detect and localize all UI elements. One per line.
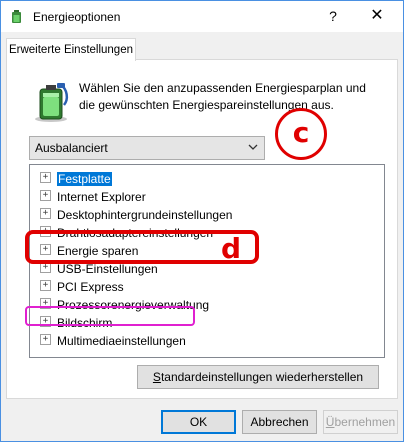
power-options-app-icon — [12, 10, 21, 23]
close-button[interactable]: ✕ — [357, 5, 397, 27]
restore-label: tandardeinstellungen wiederherstellen — [160, 370, 364, 384]
expand-icon[interactable]: + — [40, 172, 51, 184]
expand-icon[interactable]: + — [40, 280, 51, 292]
tab-advanced-settings[interactable]: Erweiterte Einstellungen — [6, 38, 136, 61]
power-plan-dropdown[interactable]: Ausbalanciert — [29, 136, 265, 160]
tree-item-label: Festplatte — [57, 171, 112, 186]
tree-item-desktophintergrund[interactable]: + Desktophintergrundeinstellungen — [40, 205, 232, 223]
annotation-bildschirm-highlight — [25, 306, 195, 326]
tree-item-label: Multimediaeinstellungen — [57, 333, 186, 348]
plan-description: Wählen Sie den anzupassenden Energiespar… — [79, 81, 366, 112]
advanced-settings-panel: Wählen Sie den anzupassenden Energiespar… — [6, 59, 398, 399]
battery-settings-icon — [35, 83, 69, 122]
tree-item-label: PCI Express — [57, 279, 124, 294]
annotation-c-circle: c — [275, 108, 327, 160]
tree-item-label: Internet Explorer — [57, 189, 146, 204]
apply-label: bernehmen — [334, 415, 396, 429]
tree-item-label: Desktophintergrundeinstellungen — [57, 207, 233, 222]
tree-item-internet-explorer[interactable]: + Internet Explorer — [40, 187, 146, 205]
apply-button[interactable]: Übernehmen — [323, 410, 398, 434]
tab-strip: Erweiterte Einstellungen — [1, 32, 403, 61]
annotation-c-label: c — [292, 116, 310, 149]
cancel-button[interactable]: Abbrechen — [242, 410, 317, 434]
annotation-d-box: d — [25, 230, 259, 265]
annotation-d-label: d — [220, 232, 241, 265]
chevron-down-icon — [248, 144, 258, 150]
expand-icon[interactable]: + — [40, 190, 51, 202]
power-plan-selected: Ausbalanciert — [35, 141, 108, 155]
ok-button[interactable]: OK — [161, 410, 236, 434]
energy-options-window: Energieoptionen ? ✕ Erweiterte Einstellu… — [0, 0, 404, 442]
title-bar: Energieoptionen ? ✕ — [1, 1, 403, 32]
help-button[interactable]: ? — [319, 5, 347, 27]
restore-accesskey: S — [152, 370, 161, 384]
tree-item-multimedia[interactable]: + Multimediaeinstellungen — [40, 331, 186, 349]
expand-icon[interactable]: + — [40, 334, 51, 346]
tree-item-festplatte[interactable]: + Festplatte — [40, 169, 112, 187]
expand-icon[interactable]: + — [40, 208, 51, 220]
tree-item-pci-express[interactable]: + PCI Express — [40, 277, 124, 295]
window-title: Energieoptionen — [33, 10, 121, 24]
restore-defaults-button[interactable]: Standardeinstellungen wiederherstellen — [137, 365, 379, 389]
